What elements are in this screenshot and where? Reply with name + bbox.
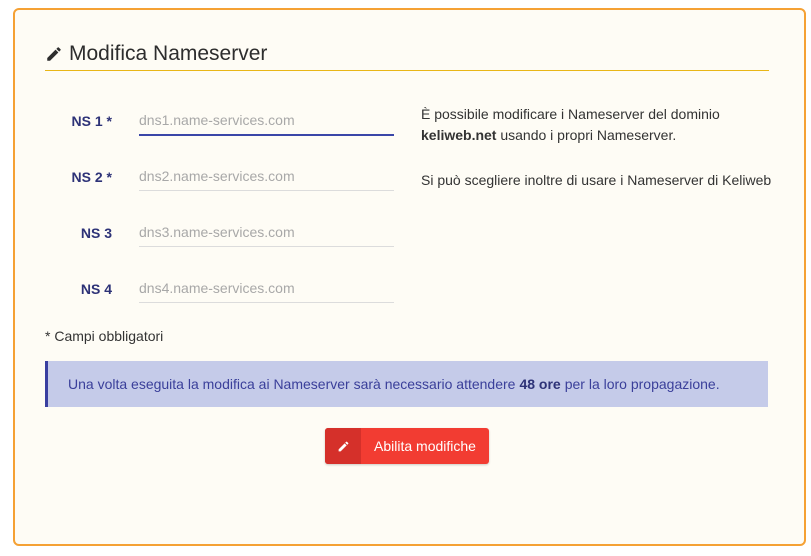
title-divider — [45, 70, 769, 71]
nameserver-info: È possibile modificare i Nameserver del … — [421, 104, 720, 146]
required-fields-note: * Campi obbligatori — [45, 328, 164, 344]
ns1-label: NS 1 * — [71, 113, 112, 129]
ns3-label: NS 3 — [80, 225, 112, 241]
ns1-input[interactable] — [139, 106, 394, 136]
notice-highlight: 48 ore — [519, 376, 561, 392]
notice-text-before: Una volta eseguita la modifica ai Namese… — [68, 376, 516, 392]
info-line-2: keliweb.net usando i propri Nameserver. — [421, 125, 720, 146]
domain-name: keliweb.net — [421, 127, 497, 143]
keliweb-nameserver-info: Si può scegliere inoltre di usare i Name… — [421, 172, 772, 188]
ns4-label: NS 4 — [80, 281, 112, 297]
info-line-2-rest: usando i propri Nameserver. — [500, 127, 677, 143]
pencil-icon — [47, 47, 61, 61]
ns4-input[interactable] — [139, 274, 394, 303]
enable-edit-button[interactable]: Abilita modifiche — [325, 428, 489, 464]
card-header: Modifica Nameserver — [45, 40, 267, 68]
pencil-icon — [338, 441, 348, 451]
ns2-label: NS 2 * — [71, 169, 112, 185]
info-line-1: È possibile modificare i Nameserver del … — [421, 106, 720, 122]
enable-button-label: Abilita modifiche — [374, 438, 476, 454]
ns2-input[interactable] — [139, 162, 394, 191]
card-title: Modifica Nameserver — [69, 42, 268, 65]
notice-text-after: per la loro propagazione. — [564, 376, 720, 392]
nameserver-card: Modifica Nameserver NS 1 * NS 2 * NS 3 N… — [13, 8, 806, 546]
enable-button-icon-box — [325, 428, 361, 464]
propagation-notice: Una volta eseguita la modifica ai Namese… — [45, 361, 768, 407]
ns3-input[interactable] — [139, 218, 394, 247]
